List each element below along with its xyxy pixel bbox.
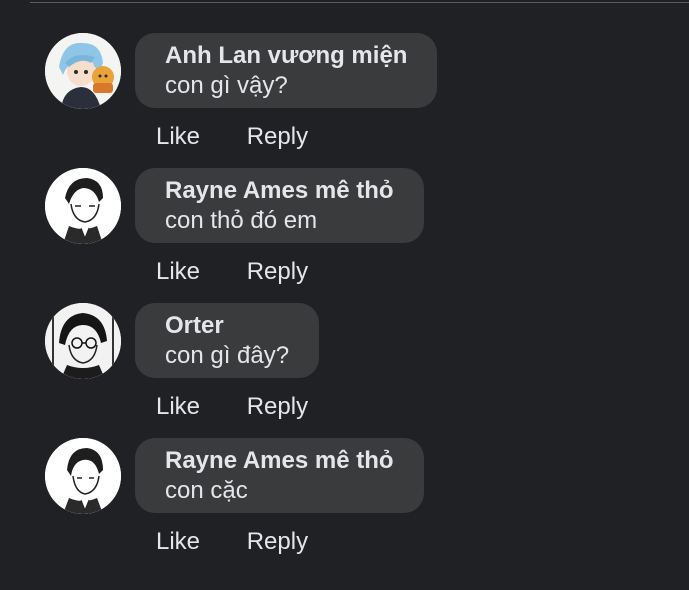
comment-text: con gì vậy? bbox=[165, 72, 288, 99]
comment-author[interactable]: Rayne Ames mê thỏ bbox=[165, 176, 394, 206]
comment-author[interactable]: Rayne Ames mê thỏ bbox=[165, 446, 394, 476]
reply-button[interactable]: Reply bbox=[247, 528, 308, 555]
comment-text: con gì đây? bbox=[165, 342, 290, 369]
like-button[interactable]: Like bbox=[156, 528, 200, 555]
comment-item: Orter con gì đây? Like Reply bbox=[0, 270, 689, 420]
comment-author[interactable]: Anh Lan vương miện bbox=[165, 41, 407, 71]
comment-text: con thỏ đó em bbox=[165, 207, 318, 234]
comment-item: Anh Lan vương miện con gì vậy? Like Repl… bbox=[0, 0, 689, 150]
avatar-manga-glasses-icon bbox=[45, 303, 121, 379]
comment-text: con cặc bbox=[165, 477, 248, 504]
avatar[interactable] bbox=[45, 438, 121, 514]
comment-bubble: Anh Lan vương miện con gì vậy? bbox=[135, 33, 438, 108]
comment-item: Rayne Ames mê thỏ con cặc Like Reply bbox=[0, 405, 689, 555]
avatar-manga-sketch-icon bbox=[45, 168, 121, 244]
comment-item: Rayne Ames mê thỏ con thỏ đó em Like Rep… bbox=[0, 135, 689, 285]
comment-bubble: Orter con gì đây? bbox=[135, 303, 320, 378]
avatar[interactable] bbox=[45, 168, 121, 244]
comment-author[interactable]: Orter bbox=[165, 311, 289, 341]
comment-bubble: Rayne Ames mê thỏ con cặc bbox=[135, 438, 424, 513]
avatar[interactable] bbox=[45, 303, 121, 379]
avatar-anime-blue-hair-icon bbox=[45, 33, 121, 109]
comment-bubble: Rayne Ames mê thỏ con thỏ đó em bbox=[135, 168, 424, 243]
avatar[interactable] bbox=[45, 33, 121, 109]
comment-actions: Like Reply bbox=[156, 527, 308, 557]
avatar-manga-sketch-icon bbox=[45, 438, 121, 514]
